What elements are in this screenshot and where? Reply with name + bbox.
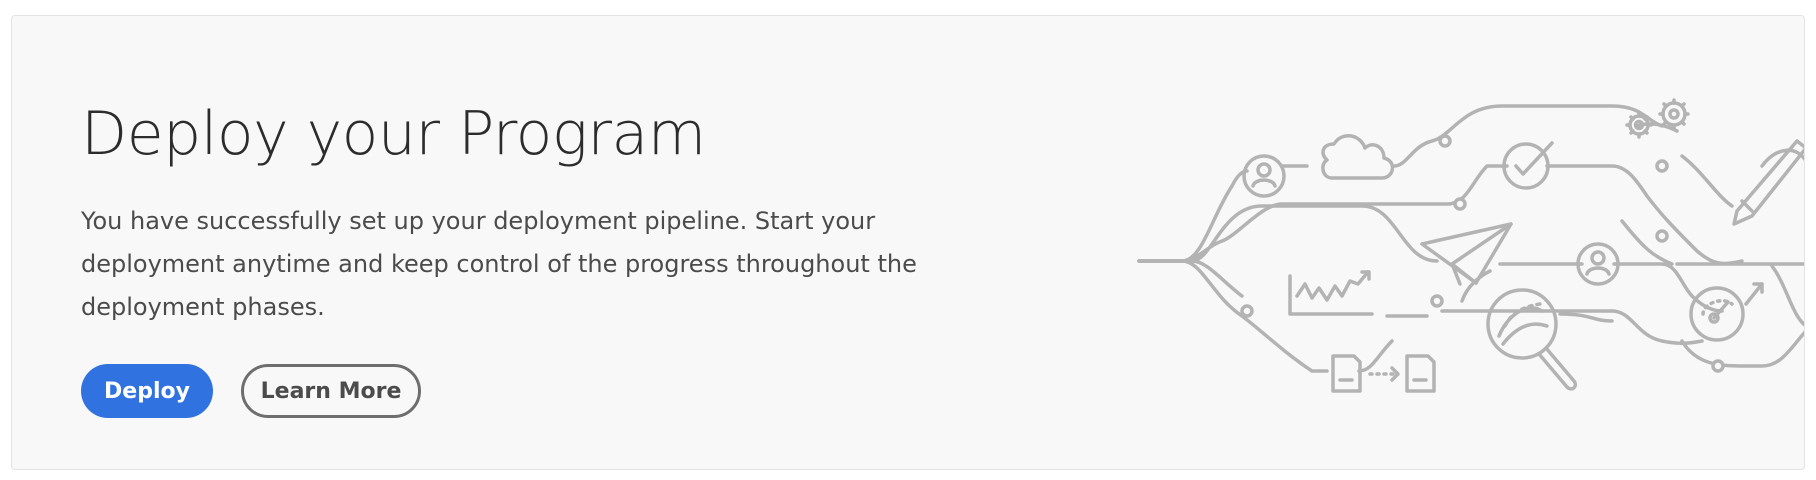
user-icon bbox=[1576, 242, 1620, 286]
card-content: Deploy your Program You have successfull… bbox=[81, 98, 1041, 329]
card-description: You have successfully set up your deploy… bbox=[81, 207, 917, 321]
document-icon bbox=[1331, 354, 1436, 393]
page-title: Deploy your Program bbox=[81, 99, 706, 169]
deploy-button[interactable]: Deploy bbox=[81, 364, 213, 418]
pen-icon bbox=[1732, 139, 1804, 226]
user-icon bbox=[1242, 154, 1286, 198]
pipeline-lines bbox=[1137, 104, 1804, 373]
magnifier-icon bbox=[1486, 288, 1578, 391]
pipeline-illustration bbox=[1137, 98, 1804, 393]
gauge-icon bbox=[1689, 282, 1764, 342]
checkmark-icon bbox=[1502, 141, 1554, 190]
paper-plane-icon bbox=[1420, 222, 1513, 286]
card-actions: Deploy Learn More bbox=[81, 364, 421, 418]
cloud-icon bbox=[1321, 134, 1395, 180]
gear-icon bbox=[1625, 98, 1690, 139]
learn-more-button[interactable]: Learn More bbox=[241, 364, 421, 418]
deploy-program-card: Deploy your Program You have successfull… bbox=[11, 15, 1805, 470]
line-chart-icon bbox=[1288, 270, 1374, 316]
